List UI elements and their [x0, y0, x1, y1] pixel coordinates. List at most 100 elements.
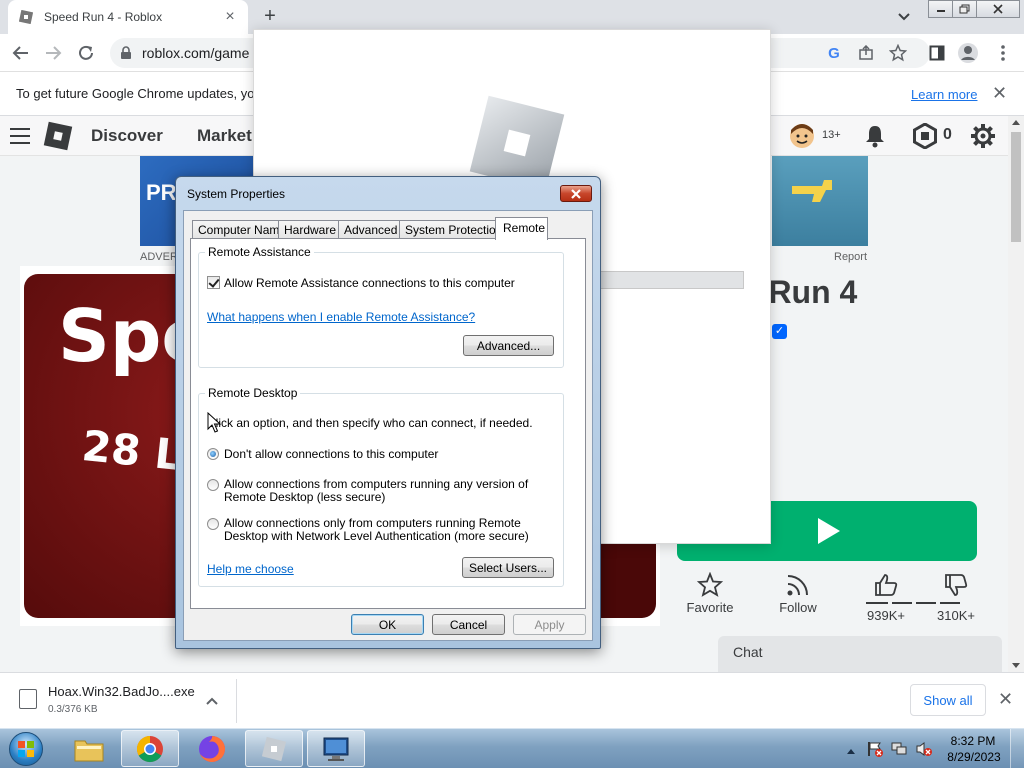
roblox-logo-icon[interactable] [43, 121, 73, 151]
hamburger-menu-icon[interactable] [10, 128, 30, 144]
remote-desktop-legend: Remote Desktop [205, 386, 301, 400]
allow-any-version-radio[interactable] [207, 479, 219, 491]
allow-remote-assistance-label[interactable]: Allow Remote Assistance connections to t… [224, 277, 515, 290]
network-icon[interactable] [890, 741, 908, 760]
forward-arrow-icon[interactable] [42, 42, 64, 64]
notification-bell-icon[interactable] [864, 124, 886, 151]
allow-remote-assistance-checkbox[interactable] [207, 276, 220, 289]
apply-button[interactable]: Apply [513, 614, 586, 635]
remote-assistance-help-link[interactable]: What happens when I enable Remote Assist… [207, 310, 475, 324]
reload-icon[interactable] [75, 42, 97, 64]
infobar-message: To get future Google Chrome updates, yo [16, 86, 255, 101]
restore-window-button[interactable] [952, 0, 978, 18]
select-users-button[interactable]: Select Users... [462, 557, 554, 578]
side-panel-icon[interactable] [926, 42, 948, 64]
close-window-button[interactable] [976, 0, 1020, 18]
show-desktop-button[interactable] [1010, 729, 1024, 768]
dont-allow-connections-label[interactable]: Don't allow connections to this computer [224, 448, 438, 461]
show-hidden-icons-icon[interactable] [846, 743, 856, 758]
download-filename[interactable]: Hoax.Win32.BadJo....exe [48, 684, 195, 699]
tab-remote[interactable]: Remote [495, 217, 548, 240]
dialog-close-button[interactable] [560, 185, 592, 202]
scroll-down-arrow-icon[interactable] [1012, 663, 1020, 668]
favorite-label: Favorite [686, 600, 734, 615]
new-tab-button[interactable]: + [258, 4, 282, 28]
taskbar-firefox-button[interactable] [183, 730, 241, 767]
download-separator [236, 679, 237, 723]
robux-balance: 0 [943, 126, 952, 143]
volume-muted-icon[interactable] [915, 741, 933, 760]
settings-gear-icon[interactable] [970, 123, 996, 152]
cancel-button[interactable]: Cancel [432, 614, 505, 635]
tab-advanced[interactable]: Advanced [338, 220, 400, 239]
star-icon [680, 570, 740, 600]
tab-title: Speed Run 4 - Roblox [44, 10, 163, 24]
google-translate-icon[interactable]: G [823, 42, 845, 64]
ok-button[interactable]: OK [351, 614, 424, 635]
chrome-icon [136, 735, 163, 762]
tab-close-icon[interactable]: × [222, 8, 238, 26]
menu-kebab-icon[interactable] [992, 42, 1014, 64]
report-link[interactable]: Report [834, 251, 867, 263]
remote-assistance-legend: Remote Assistance [205, 245, 314, 259]
page-scrollbar[interactable] [1008, 116, 1024, 672]
roblox-taskbar-icon [261, 736, 287, 761]
browser-tab[interactable]: Speed Run 4 - Roblox × [8, 0, 248, 34]
share-icon[interactable] [855, 42, 877, 64]
computer-monitor-icon [323, 737, 349, 761]
start-button[interactable] [4, 730, 48, 768]
tab-system-protection[interactable]: System Protection [399, 220, 502, 239]
taskbar-system-properties-button[interactable] [307, 730, 365, 767]
chevron-up-icon[interactable] [206, 693, 218, 708]
learn-more-link[interactable]: Learn more [911, 87, 977, 102]
assistance-advanced-button[interactable]: Advanced... [463, 335, 554, 356]
bookmark-star-icon[interactable] [887, 42, 909, 64]
scroll-up-arrow-icon[interactable] [1012, 120, 1020, 125]
help-me-choose-link[interactable]: Help me choose [207, 562, 294, 576]
upvote-button[interactable]: 939K+ [858, 570, 914, 623]
infobar-close-icon[interactable]: ✕ [992, 83, 1007, 104]
taskbar-roblox-button[interactable] [245, 730, 303, 767]
download-bar-close-icon[interactable]: ✕ [998, 689, 1013, 710]
clock-time[interactable]: 8:32 PM [950, 734, 996, 748]
dont-allow-connections-radio[interactable] [207, 448, 219, 460]
chat-label: Chat [733, 644, 763, 660]
clock-date[interactable]: 8/29/2023 [944, 750, 1004, 764]
vote-ratio-bar [916, 602, 936, 604]
url-text: roblox.com/game [142, 45, 250, 61]
allow-nla-only-radio[interactable] [207, 518, 219, 530]
thumbnail-subtitle-text: 28 L [79, 420, 185, 481]
taskbar-explorer-button[interactable] [60, 730, 118, 767]
advertisement-banner-right[interactable] [772, 156, 868, 246]
chat-tab[interactable]: Chat [718, 636, 1002, 672]
show-all-downloads-button[interactable]: Show all [910, 684, 986, 716]
robux-icon[interactable] [912, 122, 938, 152]
ad-banner-text: PR [146, 180, 177, 205]
tab-search-icon[interactable] [894, 8, 914, 26]
lock-icon [120, 46, 132, 63]
scrollbar-thumb[interactable] [1011, 132, 1021, 242]
nav-discover[interactable]: Discover [91, 126, 163, 146]
folder-icon [74, 740, 104, 761]
action-center-flag-icon[interactable] [866, 741, 884, 760]
allow-nla-only-label-line2[interactable]: Desktop with Network Level Authenticatio… [224, 530, 529, 543]
tab-computer-name[interactable]: Computer Name [192, 220, 286, 239]
windows-taskbar: 8:32 PM 8/29/2023 [0, 728, 1024, 768]
downvote-button[interactable]: 310K+ [928, 570, 984, 623]
allow-any-version-label-line2[interactable]: Remote Desktop (less secure) [224, 491, 385, 504]
nav-marketplace[interactable]: Market [197, 126, 252, 146]
vote-ratio-bar [940, 602, 960, 604]
remote-tab-page: Remote Assistance Allow Remote Assistanc… [190, 238, 586, 609]
download-bar: Hoax.Win32.BadJo....exe 0.3/376 KB Show … [0, 672, 1024, 728]
favorite-button[interactable]: Favorite [680, 570, 740, 615]
profile-avatar-icon[interactable] [957, 42, 979, 64]
mouse-cursor-icon [207, 412, 221, 433]
back-arrow-icon[interactable] [10, 42, 32, 64]
taskbar-chrome-button[interactable] [121, 730, 179, 767]
follow-button[interactable]: Follow [768, 570, 828, 615]
minimize-window-button[interactable] [928, 0, 954, 18]
tab-hardware[interactable]: Hardware [278, 220, 339, 239]
system-properties-dialog: System Properties Computer Name Hardware… [175, 176, 601, 649]
follow-label: Follow [779, 600, 817, 615]
user-avatar-icon[interactable] [788, 122, 816, 153]
